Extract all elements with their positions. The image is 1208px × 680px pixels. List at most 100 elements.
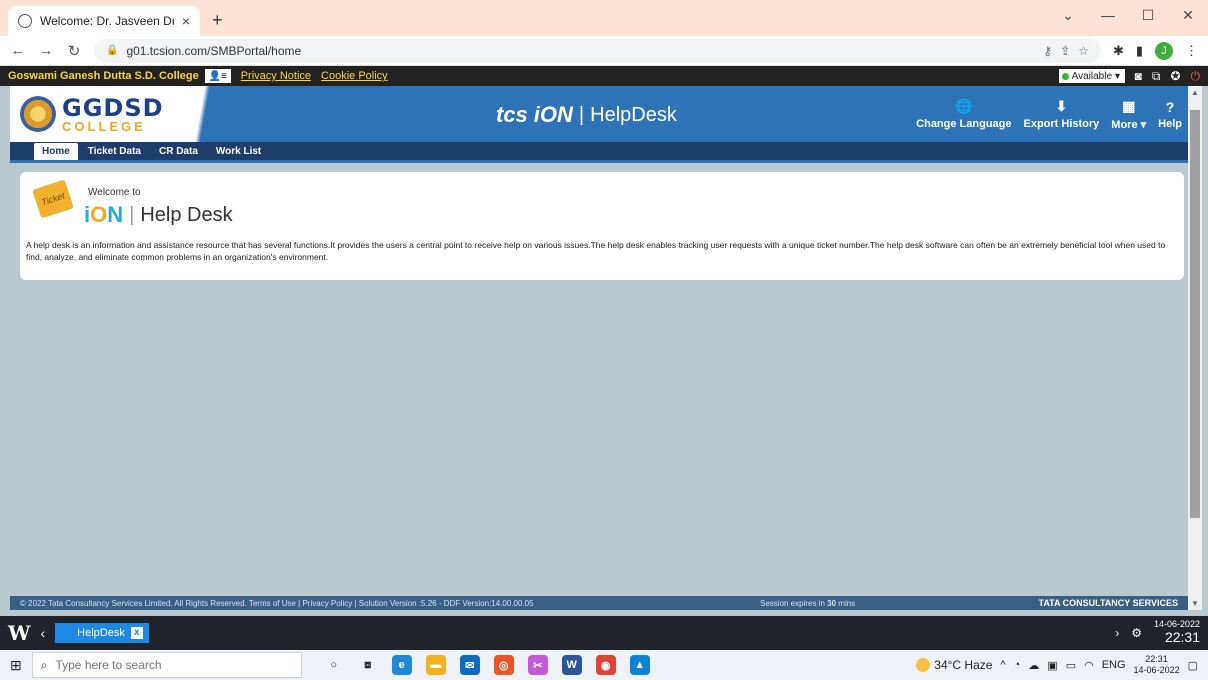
- brand-ion: iON: [533, 102, 573, 127]
- weather-widget[interactable]: 34°C Haze: [916, 658, 992, 672]
- tray-display-icon[interactable]: ▣: [1047, 659, 1057, 672]
- tab-home[interactable]: Home: [34, 143, 78, 160]
- cookie-policy-link[interactable]: Cookie Policy: [321, 70, 388, 82]
- app-top-strip: Goswami Ganesh Dutta S.D. College 👤≡ Pri…: [0, 66, 1208, 86]
- new-tab-button[interactable]: +: [212, 10, 223, 31]
- availability-value: Available: [1071, 70, 1113, 82]
- close-icon[interactable]: x: [130, 627, 143, 639]
- screens-icon[interactable]: ⧉: [1152, 69, 1161, 84]
- windows-taskbar: ⊞ ⌕ ○ ⧈ e ▬ ✉ ◎ ✂ W ◉ ▲ 34°C Haze ^ ◔ ☁ …: [0, 650, 1208, 680]
- menu-kebab-icon[interactable]: ⋮: [1185, 43, 1198, 59]
- word-icon[interactable]: W: [561, 655, 582, 675]
- scroll-up-icon[interactable]: ▲: [1188, 88, 1202, 97]
- maximize-button[interactable]: ☐: [1128, 0, 1168, 30]
- browser-toolbar: ← → ↻ 🔒 g01.tcsion.com/SMBPortal/home ⚷ …: [0, 36, 1208, 66]
- helpdesk-tab-label: HelpDesk: [77, 627, 125, 639]
- download-icon: ⬇: [1055, 98, 1068, 114]
- weather-text: 34°C Haze: [934, 658, 993, 672]
- snip-icon[interactable]: ✂: [527, 655, 548, 675]
- system-date: 14-06-2022: [1133, 665, 1180, 675]
- notification-center-icon[interactable]: ▢: [1188, 659, 1198, 672]
- welcome-description: A help desk is an information and assist…: [26, 240, 1166, 262]
- forward-arrow-icon[interactable]: →: [38, 42, 54, 59]
- page-scrollbar[interactable]: ▲ ▼: [1188, 86, 1202, 610]
- tab-search-icon[interactable]: ⌄: [1048, 0, 1088, 30]
- change-language-button[interactable]: 🌐 Change Language: [910, 90, 1017, 138]
- app-logo-icon[interactable]: W: [8, 621, 30, 645]
- export-history-button[interactable]: ⬇ Export History: [1018, 90, 1106, 138]
- globe-icon: 🌐: [955, 98, 973, 114]
- privacy-notice-link[interactable]: Privacy Notice: [241, 70, 311, 82]
- app-footer: © 2022 Tata Consultancy Services Limited…: [10, 596, 1188, 610]
- grid-icon: ▦: [1122, 97, 1136, 114]
- edge-icon[interactable]: e: [391, 655, 412, 675]
- chevron-down-icon: ▾: [1115, 70, 1121, 82]
- minimize-button[interactable]: —: [1088, 0, 1128, 30]
- tray-battery-icon[interactable]: ▭: [1066, 659, 1076, 672]
- logo-sub-text: COLLEGE: [62, 118, 146, 134]
- tab-cr-data[interactable]: CR Data: [151, 143, 206, 160]
- cortana-icon[interactable]: ○: [324, 655, 344, 675]
- chrome-icon[interactable]: ◉: [595, 655, 616, 675]
- profile-avatar[interactable]: J: [1155, 41, 1173, 60]
- user-menu-icon[interactable]: 👤≡: [204, 69, 231, 83]
- back-icon[interactable]: ‹: [40, 625, 45, 641]
- ion-wordmark: iON: [84, 202, 124, 227]
- ion-helpdesk-logo: iON | Help Desk: [84, 202, 233, 228]
- close-window-button[interactable]: ✕: [1168, 0, 1208, 30]
- file-explorer-icon[interactable]: ▬: [425, 655, 446, 675]
- helpdesk-app-tab[interactable]: HelpDesk x: [55, 623, 149, 643]
- nav-underline: [10, 160, 1188, 163]
- help-button[interactable]: ? Help: [1152, 90, 1188, 138]
- tray-chevron-up-icon[interactable]: ^: [1000, 659, 1005, 671]
- power-icon[interactable]: ⏻: [1191, 69, 1201, 84]
- lock-icon[interactable]: 🔒: [106, 45, 118, 56]
- tray-cloud-icon[interactable]: ☁: [1028, 659, 1039, 672]
- help-icon: ?: [1165, 98, 1175, 115]
- chevron-right-icon[interactable]: ›: [1115, 626, 1119, 640]
- windows-start-icon[interactable]: ⊞: [10, 657, 22, 674]
- star-icon[interactable]: ☆: [1078, 44, 1089, 58]
- camera-icon[interactable]: ◙: [1135, 69, 1142, 83]
- close-tab-icon[interactable]: ×: [182, 13, 190, 29]
- scroll-thumb[interactable]: [1190, 110, 1200, 518]
- tab-ticket-data[interactable]: Ticket Data: [80, 143, 149, 160]
- search-icon: ⌕: [40, 657, 48, 672]
- reload-icon[interactable]: ↻: [66, 42, 82, 60]
- status-dot-icon: [1061, 72, 1069, 80]
- scroll-down-icon[interactable]: ▼: [1188, 599, 1202, 608]
- key-icon[interactable]: ⚷: [1043, 44, 1052, 58]
- mail-icon[interactable]: ✉: [459, 655, 480, 675]
- share-icon[interactable]: ⇪: [1060, 44, 1070, 58]
- availability-select[interactable]: Available ▾: [1058, 69, 1125, 83]
- tray-network-icon[interactable]: ◔: [1014, 659, 1021, 671]
- pinned-apps: ○ ⧈ e ▬ ✉ ◎ ✂ W ◉ ▲: [324, 655, 650, 675]
- college-logo[interactable]: GGDSD COLLEGE: [10, 86, 250, 142]
- welcome-to-text: Welcome to: [88, 187, 141, 198]
- brand-separator: |: [578, 103, 585, 126]
- tray-language[interactable]: ENG: [1102, 659, 1126, 671]
- taskbar-search[interactable]: ⌕: [31, 652, 302, 678]
- system-clock[interactable]: 22:31 14-06-2022: [1134, 654, 1180, 676]
- side-panel-icon[interactable]: ▮: [1136, 43, 1143, 59]
- taskbar-search-input[interactable]: [55, 658, 293, 672]
- office-icon[interactable]: ◎: [493, 655, 514, 675]
- browser-tab[interactable]: Welcome: Dr. Jasveen Dua ×: [8, 6, 200, 36]
- notifications-icon[interactable]: ✪: [1170, 69, 1180, 83]
- back-arrow-icon[interactable]: ←: [10, 42, 26, 59]
- more-menu-button[interactable]: ▦ More ▾: [1105, 90, 1152, 138]
- url-text[interactable]: g01.tcsion.com/SMBPortal/home: [126, 44, 1035, 58]
- browser-tabbar: Welcome: Dr. Jasveen Dua × + ⌄ — ☐ ✕: [0, 0, 1208, 36]
- footer-company: TATA CONSULTANCY SERVICES: [1038, 598, 1178, 608]
- photos-icon[interactable]: ▲: [629, 655, 650, 675]
- tab-work-list[interactable]: Work List: [208, 143, 269, 160]
- tray-wifi-icon[interactable]: ◠: [1084, 659, 1094, 672]
- export-history-label: Export History: [1023, 118, 1100, 130]
- college-seal-icon: [20, 96, 56, 132]
- change-language-label: Change Language: [916, 118, 1012, 130]
- task-view-icon[interactable]: ⧈: [358, 655, 378, 675]
- extensions-icon[interactable]: ✱: [1113, 43, 1124, 59]
- address-bar[interactable]: 🔒 g01.tcsion.com/SMBPortal/home ⚷ ⇪ ☆: [94, 38, 1101, 63]
- settings-gear-icon[interactable]: ⚙: [1131, 626, 1142, 640]
- system-tray: 34°C Haze ^ ◔ ☁ ▣ ▭ ◠ ENG 22:31 14-06-20…: [916, 654, 1198, 676]
